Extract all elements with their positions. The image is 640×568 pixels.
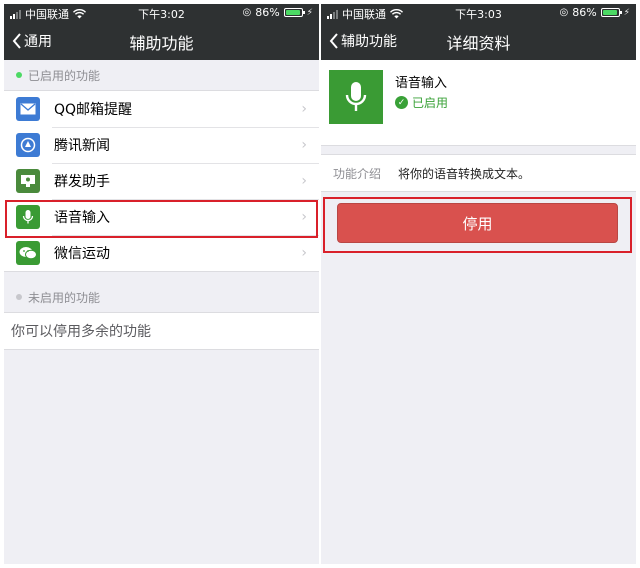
intro-value: 将你的语音转换成文本。 <box>398 166 531 181</box>
list-item-label: 腾讯新闻 <box>54 138 110 154</box>
disabled-hint: 你可以停用多余的功能 <box>4 312 319 350</box>
disabled-dot-icon <box>16 294 22 300</box>
battery-percent: 86% <box>255 6 280 19</box>
enabled-section-header: 已启用的功能 <box>4 60 319 90</box>
battery-percent: 86% <box>572 6 597 19</box>
list-item-label: QQ邮箱提醒 <box>54 102 133 118</box>
broadcast-icon <box>16 169 40 193</box>
chevron-right-icon: › <box>301 101 307 117</box>
charging-icon: ⚡ <box>623 7 630 18</box>
status-bar: 中国联通 下午3:03 ◎ 86% ⚡ <box>321 4 636 22</box>
list-item-wechat-sport[interactable]: 微信运动 › <box>4 235 319 271</box>
news-icon <box>16 133 40 157</box>
list-item-qq-mail[interactable]: QQ邮箱提醒 › <box>4 91 319 127</box>
battery-icon <box>600 8 622 17</box>
list-item-label: 群发助手 <box>54 174 110 190</box>
wechat-sport-icon <box>16 241 40 265</box>
feature-intro: 功能介绍 将你的语音转换成文本。 <box>321 154 636 192</box>
list-item-tencent-news[interactable]: 腾讯新闻 › <box>4 127 319 163</box>
orientation-lock-icon: ◎ <box>242 7 252 18</box>
microphone-icon <box>329 70 383 124</box>
charging-icon: ⚡ <box>306 7 313 18</box>
chevron-right-icon: › <box>301 173 307 189</box>
left-screen: 中国联通 下午3:02 ◎ 86% ⚡ 通用 辅助功能 已启用的功能 QQ邮箱提… <box>4 4 319 564</box>
list-item-voice-input[interactable]: 语音输入 › <box>4 199 319 235</box>
list-item-label: 语音输入 <box>54 210 110 226</box>
intro-key: 功能介绍 <box>333 166 382 181</box>
status-bar: 中国联通 下午3:02 ◎ 86% ⚡ <box>4 4 319 22</box>
chevron-right-icon: › <box>301 245 307 261</box>
nav-bar: 通用 辅助功能 <box>4 22 319 60</box>
disabled-section-header: 未启用的功能 <box>4 282 319 312</box>
chevron-right-icon: › <box>301 137 307 153</box>
chevron-right-icon: › <box>301 209 307 225</box>
orientation-lock-icon: ◎ <box>559 7 569 18</box>
mail-icon <box>16 97 40 121</box>
microphone-icon <box>16 205 40 229</box>
list-item-label: 微信运动 <box>54 246 110 262</box>
status-badge: ✓ 已启用 <box>395 94 448 111</box>
page-title: 详细资料 <box>446 34 511 53</box>
enabled-list: QQ邮箱提醒 › 腾讯新闻 › 群发助手 › 语音输入 › 微信运动 › <box>4 90 319 272</box>
feature-profile: 语音输入 ✓ 已启用 <box>321 60 636 146</box>
battery-icon <box>283 8 305 17</box>
list-item-broadcast[interactable]: 群发助手 › <box>4 163 319 199</box>
page-title: 辅助功能 <box>129 34 194 53</box>
enabled-dot-icon <box>16 72 22 78</box>
check-icon: ✓ <box>395 96 408 109</box>
disable-button[interactable]: 停用 <box>337 203 618 243</box>
nav-bar: 辅助功能 详细资料 <box>321 22 636 60</box>
feature-name: 语音输入 <box>395 76 448 91</box>
right-screen: 中国联通 下午3:03 ◎ 86% ⚡ 辅助功能 详细资料 语音输入 ✓ 已启用… <box>321 4 636 564</box>
